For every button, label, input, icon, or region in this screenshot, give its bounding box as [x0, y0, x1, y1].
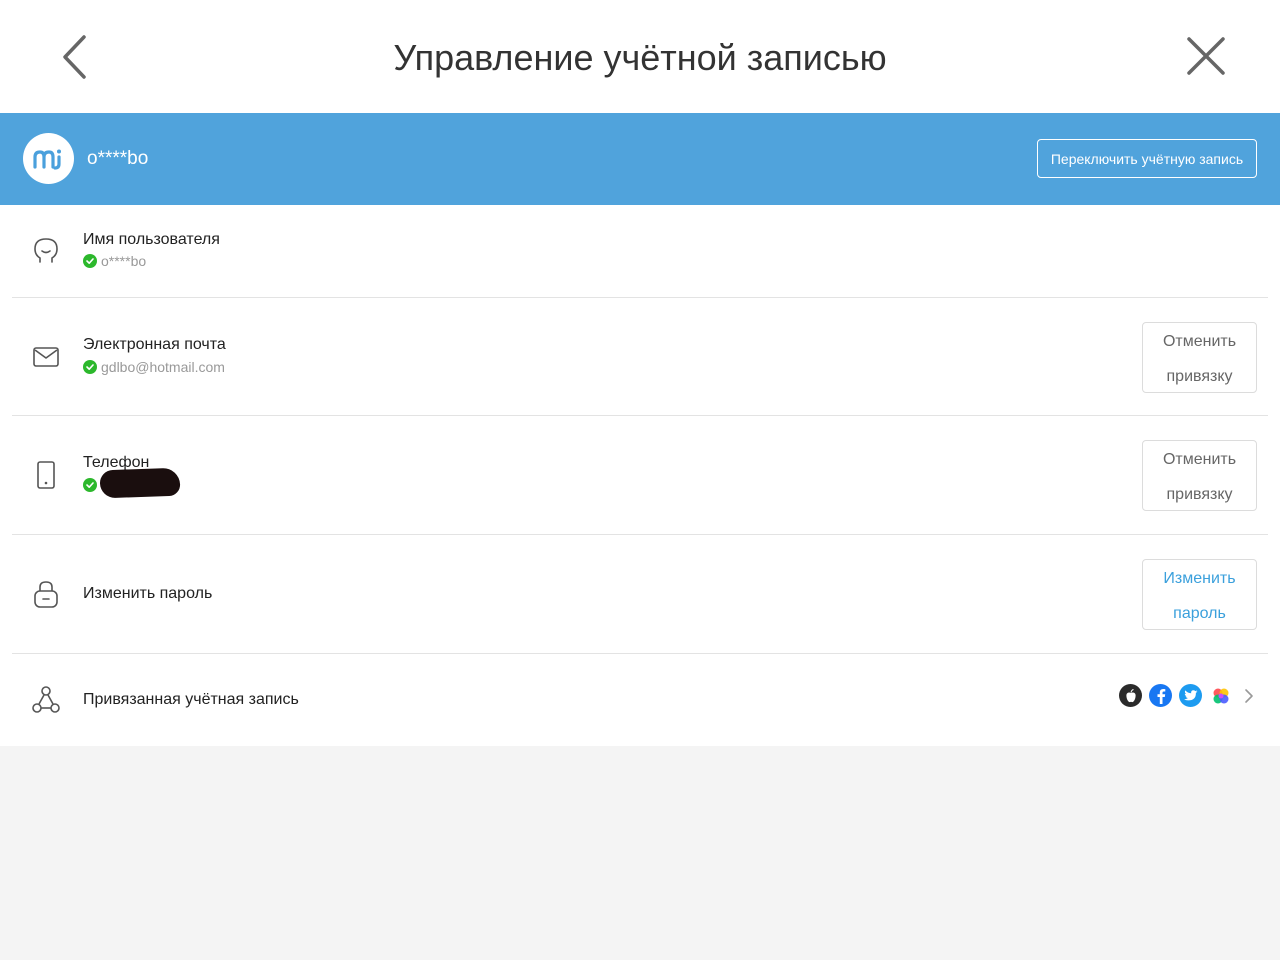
account-bar: o****bo Переключить учётную запись [0, 113, 1280, 205]
unbind-phone-label-1: Отменить [1162, 451, 1237, 468]
unbind-phone-button[interactable]: Отменить привязку [1142, 440, 1257, 511]
face-icon [30, 235, 62, 267]
change-password-button[interactable]: Изменить пароль [1142, 559, 1257, 630]
linked-social-icons[interactable] [1119, 684, 1256, 707]
linked-accounts-row[interactable]: Привязанная учётная запись [0, 654, 1280, 746]
username-value-line: o****bo [83, 252, 146, 270]
username-value: o****bo [101, 253, 147, 269]
email-label: Электронная почта [83, 336, 226, 353]
top-bar: Управление учётной записью [0, 0, 1280, 113]
close-button[interactable] [1182, 32, 1230, 80]
email-value: gdlbo@hotmail.com [101, 359, 225, 375]
apple-icon [1119, 684, 1142, 707]
verified-check-icon [83, 478, 97, 492]
lock-icon [30, 578, 62, 610]
unbind-phone-label-2: привязку [1166, 486, 1233, 503]
username-row[interactable]: Имя пользователя o****bo [0, 205, 1280, 298]
username-label: Имя пользователя [83, 231, 220, 248]
tablet-icon [30, 459, 62, 491]
email-value-line: gdlbo@hotmail.com [83, 358, 225, 376]
unbind-email-label-2: привязку [1166, 368, 1233, 385]
redaction-mark [99, 467, 181, 499]
switch-account-button[interactable]: Переключить учётную запись [1037, 139, 1257, 178]
account-name: o****bo [87, 148, 149, 169]
password-row: Изменить пароль Изменить пароль [0, 535, 1280, 654]
verified-check-icon [83, 360, 97, 374]
password-label: Изменить пароль [83, 585, 213, 602]
change-password-label-1: Изменить [1163, 570, 1236, 587]
verified-check-icon [83, 254, 97, 268]
email-row: Электронная почта gdlbo@hotmail.com Отме… [0, 298, 1280, 416]
facebook-icon [1149, 684, 1172, 707]
page-title: Управление учётной записью [393, 37, 887, 78]
phone-row: Телефон 9 Отменить привязку [0, 416, 1280, 535]
avatar [23, 133, 74, 184]
close-icon [1187, 37, 1225, 75]
change-password-label-2: пароль [1173, 605, 1226, 622]
mi-logo-icon [32, 149, 61, 170]
mi-flower-icon [1209, 684, 1232, 707]
twitter-icon [1179, 684, 1202, 707]
unbind-email-button[interactable]: Отменить привязку [1142, 322, 1257, 393]
unbind-email-label-1: Отменить [1162, 333, 1237, 350]
chevron-right-icon [1242, 686, 1256, 706]
network-icon [30, 684, 62, 716]
linked-accounts-label: Привязанная учётная запись [83, 691, 299, 708]
settings-list: Имя пользователя o****bo Электронная поч… [0, 205, 1280, 746]
envelope-icon [30, 341, 62, 373]
